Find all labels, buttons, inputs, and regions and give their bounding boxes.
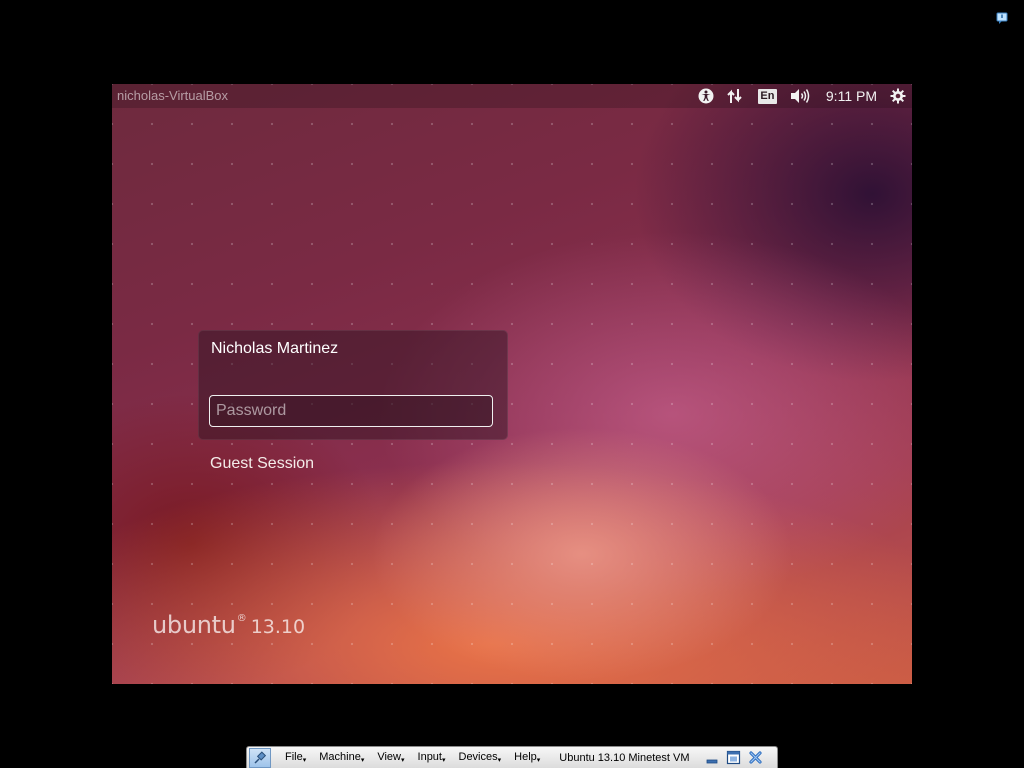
menu-view-label: View (377, 751, 401, 763)
volume-icon[interactable] (790, 88, 810, 104)
clock[interactable]: 9:11 PM (826, 88, 877, 104)
user-login-card[interactable]: Nicholas Martinez (198, 330, 508, 440)
pin-icon[interactable] (249, 747, 271, 768)
user-name[interactable]: Nicholas Martinez (211, 340, 338, 358)
ubuntu-logo: ubuntu® 13.10 (152, 611, 305, 639)
session-gear-icon[interactable] (890, 88, 906, 104)
accessibility-icon[interactable] (698, 88, 714, 104)
network-icon[interactable] (726, 88, 744, 104)
registered-mark: ® (236, 613, 247, 624)
vm-display[interactable]: nicholas-VirtualBox En 9:11 PM Nicholas … (112, 84, 912, 684)
ubuntu-wordmark: ubuntu (152, 611, 236, 639)
menu-view[interactable]: View▾ (377, 751, 404, 764)
menu-input[interactable]: Input▾ (418, 751, 446, 764)
menu-help-label: Help (514, 751, 537, 763)
notification-icon[interactable] (996, 12, 1008, 24)
password-field[interactable] (209, 395, 493, 427)
menu-file-label: File (285, 751, 303, 763)
minimize-icon[interactable] (704, 750, 720, 765)
menu-input-label: Input (417, 751, 442, 763)
vm-title: Ubuntu 13.10 Minetest VM (559, 751, 690, 764)
menu-devices-label: Devices (458, 751, 498, 763)
restore-window-icon[interactable] (726, 750, 742, 765)
menu-file[interactable]: File▾ (285, 751, 306, 764)
host-screen: nicholas-VirtualBox En 9:11 PM Nicholas … (0, 0, 1024, 768)
menu-machine[interactable]: Machine▾ (319, 751, 364, 764)
keyboard-layout-indicator[interactable]: En (757, 88, 777, 104)
close-icon[interactable] (748, 750, 764, 765)
menu-machine-label: Machine (319, 751, 361, 763)
ubuntu-version: 13.10 (250, 616, 306, 638)
indicator-area: En 9:11 PM (698, 86, 906, 106)
hostname-label: nicholas-VirtualBox (117, 88, 229, 103)
virtualbox-fullscreen-toolbar: File▾ Machine▾ View▾ Input▾ Devices▾ Hel… (246, 746, 778, 768)
menu-devices[interactable]: Devices▾ (459, 751, 502, 764)
guest-session-item[interactable]: Guest Session (210, 455, 314, 473)
top-panel: nicholas-VirtualBox En 9:11 PM (112, 84, 912, 108)
menu-help[interactable]: Help▾ (514, 751, 540, 764)
